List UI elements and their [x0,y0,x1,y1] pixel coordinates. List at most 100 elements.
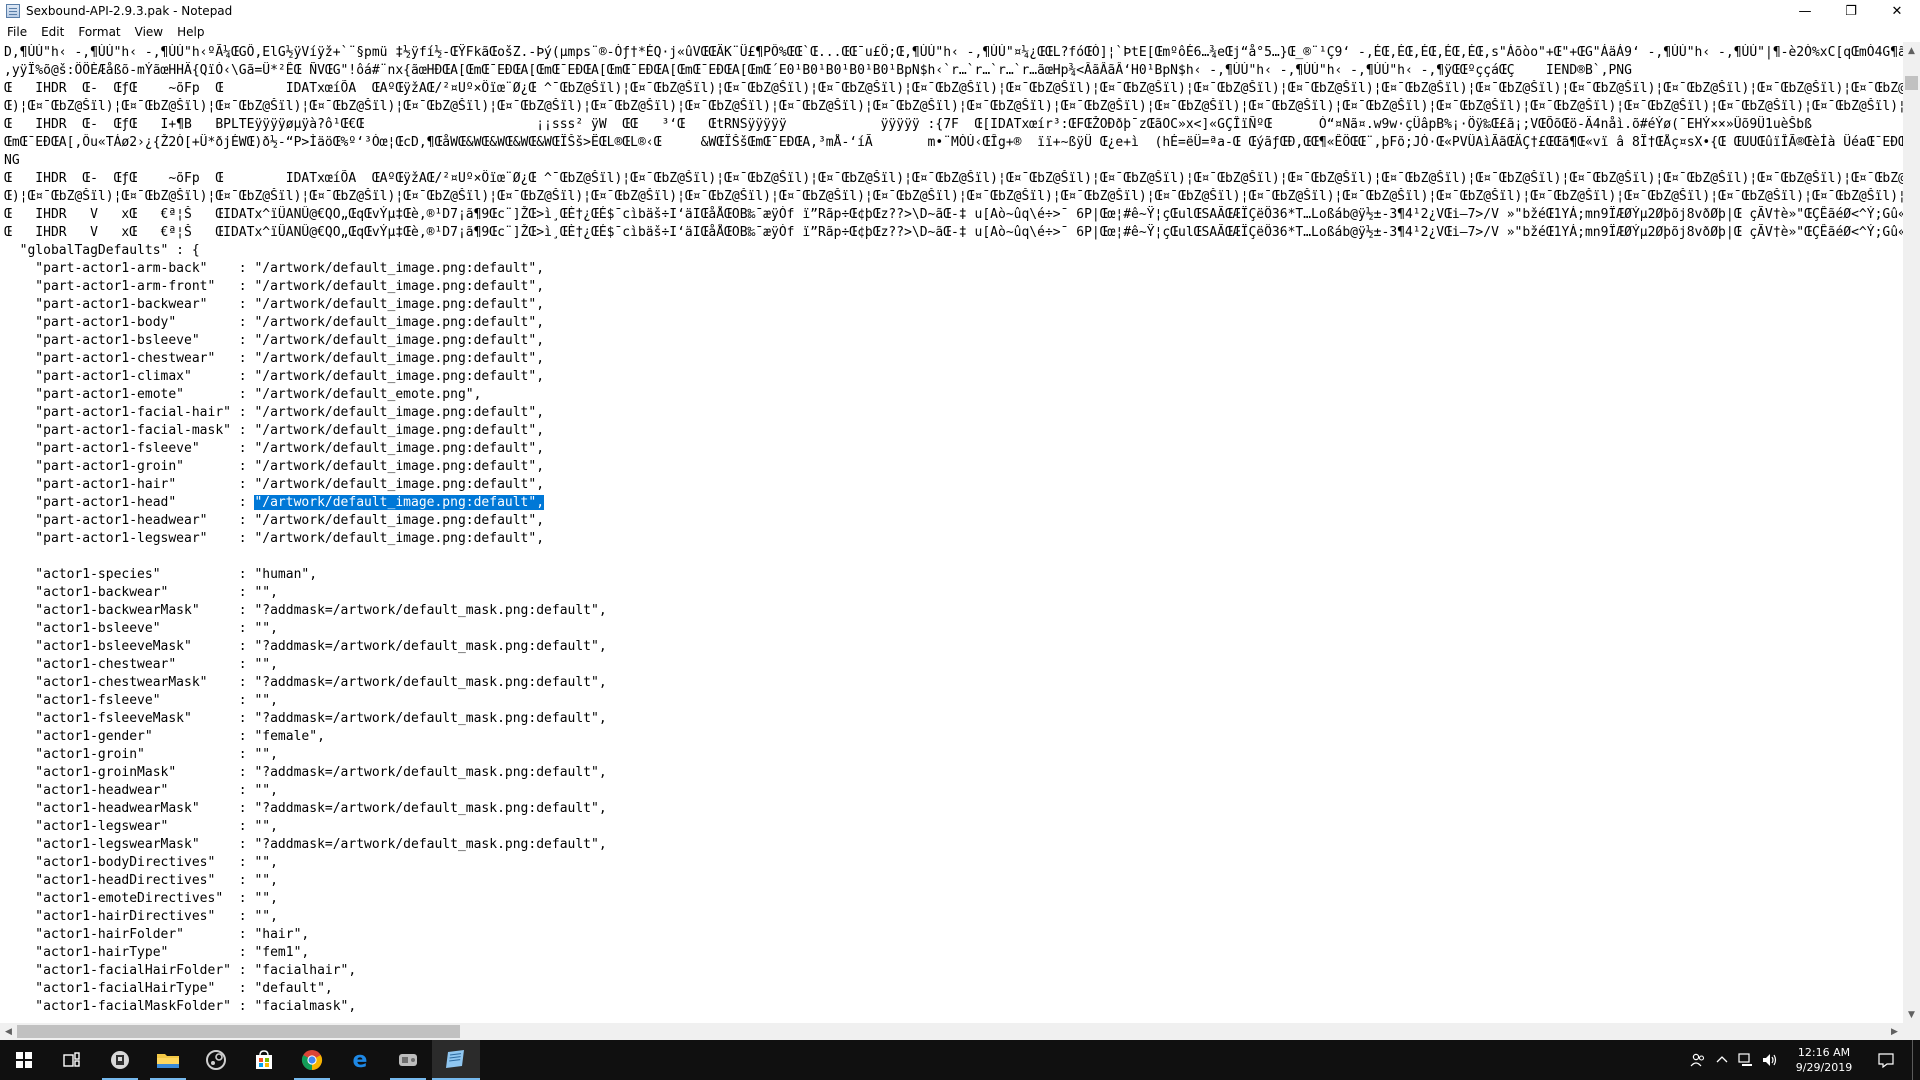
editor-content[interactable]: D,¶ÙÚ"h‹ -,¶ÙÚ"h‹ -,¶ÙÚ"h‹ºÃ¼ŒGÔ,ElG½ÿVí… [4,44,1903,1016]
volume-icon [1763,1054,1777,1066]
show-hidden-icons-button[interactable] [1710,1040,1734,1080]
menu-help[interactable]: Help [170,22,211,42]
close-button[interactable]: ✕ [1874,0,1920,22]
text-line[interactable]: "part-actor1-groin" : "/artwork/default_… [4,458,1903,476]
text-line[interactable]: "actor1-facialHairFolder" : "facialhair"… [4,962,1903,980]
text-line[interactable]: "part-actor1-body" : "/artwork/default_i… [4,314,1903,332]
text-line[interactable]: "actor1-bsleeve" : "", [4,620,1903,638]
scroll-right-arrow-icon[interactable]: ▶ [1886,1023,1903,1040]
text-line[interactable]: "part-actor1-chestwear" : "/artwork/defa… [4,350,1903,368]
scroll-down-arrow-icon[interactable]: ▼ [1903,1006,1920,1023]
text-line[interactable]: "part-actor1-bsleeve" : "/artwork/defaul… [4,332,1903,350]
text-line[interactable]: Œ IHDR Œ- ŒƒŒ ~õFp Œ IDATxœíÕA ŒAºŒÿžAŒ/… [4,80,1903,98]
text-line[interactable]: "actor1-headwearMask" : "?addmask=/artwo… [4,800,1903,818]
text-line[interactable]: Œ IHDR V xŒ €ª¦Š ŒIDATx^ïÜANÛ@€QO„ŒqŒvÝµ… [4,224,1903,242]
text-line[interactable]: "part-actor1-facial-mask" : "/artwork/de… [4,422,1903,440]
action-center-button[interactable] [1866,1040,1906,1080]
text-line[interactable]: "actor1-bsleeveMask" : "?addmask=/artwor… [4,638,1903,656]
taskbar-notepad[interactable] [432,1040,480,1080]
text-line[interactable]: "actor1-species" : "human", [4,566,1903,584]
text-line[interactable]: "part-actor1-facial-hair" : "/artwork/de… [4,404,1903,422]
horizontal-scrollbar[interactable]: ◀ ▶ [0,1023,1903,1040]
text-line[interactable]: Œ IHDR V xŒ €ª¦Š ŒIDATx^ïÜANÛ@€QO„ŒqŒvÝµ… [4,206,1903,224]
text-line[interactable]: "part-actor1-headwear" : "/artwork/defau… [4,512,1903,530]
taskbar-chrome[interactable] [288,1040,336,1080]
text-line[interactable]: "actor1-chestwearMask" : "?addmask=/artw… [4,674,1903,692]
horizontal-scroll-thumb[interactable] [17,1025,460,1038]
text-line[interactable]: "part-actor1-fsleeve" : "/artwork/defaul… [4,440,1903,458]
taskbar-clock[interactable]: 12:16 AM 9/29/2019 [1782,1040,1866,1080]
text-line[interactable]: "actor1-groinMask" : "?addmask=/artwork/… [4,764,1903,782]
svg-text:e: e [353,1049,368,1071]
text-line[interactable]: "actor1-emoteDirectives" : "", [4,890,1903,908]
text-line[interactable]: Œ)¦Œ¤¯ŒbZ@Šïl)¦Œ¤¯ŒbZ@Šïl)¦Œ¤¯ŒbZ@Šïl)¦Œ… [4,188,1903,206]
network-button[interactable] [1734,1040,1758,1080]
vertical-scrollbar[interactable]: ▲ ▼ [1903,42,1920,1023]
text-line[interactable]: "actor1-groin" : "", [4,746,1903,764]
text-line[interactable]: "part-actor1-hair" : "/artwork/default_i… [4,476,1903,494]
text-line[interactable]: ŒmŒ¯EÐŒA[‚Ôu«TÁø2›¿{Ž2Ò[+Ü*ðjÉWŒ)ð½-“P>Ì… [4,134,1903,152]
text-line[interactable]: D,¶ÙÚ"h‹ -,¶ÙÚ"h‹ -,¶ÙÚ"h‹ºÃ¼ŒGÔ,ElG½ÿVí… [4,44,1903,62]
minimize-button[interactable]: — [1782,0,1828,22]
restore-icon: ❐ [1845,3,1857,19]
text-line[interactable]: "actor1-backwearMask" : "?addmask=/artwo… [4,602,1903,620]
text-line[interactable]: "part-actor1-climax" : "/artwork/default… [4,368,1903,386]
app-icon [111,1051,129,1069]
restore-button[interactable]: ❐ [1828,0,1874,22]
text-line[interactable]: "actor1-bodyDirectives" : "", [4,854,1903,872]
taskbar-app-game[interactable] [384,1040,432,1080]
text-line[interactable]: "actor1-facialHairType" : "default", [4,980,1903,998]
text-line[interactable]: "actor1-headDirectives" : "", [4,872,1903,890]
taskbar-store[interactable] [240,1040,288,1080]
text-line[interactable]: "actor1-chestwear" : "", [4,656,1903,674]
text-line[interactable]: "actor1-legswearMask" : "?addmask=/artwo… [4,836,1903,854]
start-button[interactable] [0,1040,48,1080]
menu-file[interactable]: File [0,22,34,42]
text-line[interactable]: ,yÿÏ%õ@š:ÖÖÈÆåßõ-mÝãœHHÄ{QïÓ‹\Gã=Ü*²ÊŒ Ñ… [4,62,1903,80]
text-line[interactable]: "actor1-facialMaskFolder" : "facialmask"… [4,998,1903,1016]
taskbar-app-steam[interactable] [192,1040,240,1080]
vertical-scroll-thumb[interactable] [1905,76,1918,90]
taskbar-edge[interactable]: e [336,1040,384,1080]
text-line[interactable]: Œ IHDR Œ- ŒƒŒ ~õFp Œ IDATxœíÕA ŒAºŒÿžAŒ/… [4,170,1903,188]
taskbar-file-explorer[interactable] [144,1040,192,1080]
text-line[interactable]: NG [4,152,1903,170]
scroll-left-arrow-icon[interactable]: ◀ [0,1023,17,1040]
notepad-window: Sexbound-API-2.9.3.pak - Notepad — ❐ ✕ F… [0,0,1920,1040]
text-line[interactable]: "part-actor1-backwear" : "/artwork/defau… [4,296,1903,314]
text-line[interactable]: "part-actor1-head" : "/artwork/default_i… [4,494,1903,512]
text-line[interactable]: Œ)¦Œ¤¯ŒbZ@Šïl)¦Œ¤¯ŒbZ@Šïl)¦Œ¤¯ŒbZ@Šïl)¦Œ… [4,98,1903,116]
text-line[interactable]: "part-actor1-arm-back" : "/artwork/defau… [4,260,1903,278]
menu-view[interactable]: View [128,22,170,42]
menu-format[interactable]: Format [71,22,127,42]
show-desktop-button[interactable] [1912,1040,1920,1080]
taskbar-app-1[interactable] [96,1040,144,1080]
notepad-icon [446,1050,464,1068]
text-line[interactable]: "part-actor1-emote" : "/artwork/default_… [4,386,1903,404]
text-line[interactable]: "actor1-legswear" : "", [4,818,1903,836]
text-line[interactable]: "actor1-hairType" : "fem1", [4,944,1903,962]
title-bar[interactable]: Sexbound-API-2.9.3.pak - Notepad — ❐ ✕ [0,0,1920,22]
notepad-app-icon[interactable] [6,4,20,18]
menu-edit[interactable]: Edit [34,22,71,42]
scroll-up-arrow-icon[interactable]: ▲ [1903,42,1920,59]
text-line[interactable]: "actor1-fsleeveMask" : "?addmask=/artwor… [4,710,1903,728]
text-line[interactable]: "actor1-headwear" : "", [4,782,1903,800]
store-bag-icon [256,1050,272,1069]
text-line[interactable]: "actor1-hairFolder" : "hair", [4,926,1903,944]
text-line[interactable]: "actor1-hairDirectives" : "", [4,908,1903,926]
task-view-button[interactable] [48,1040,96,1080]
text-line[interactable]: "globalTagDefaults" : { [4,242,1903,260]
text-line[interactable]: "part-actor1-arm-front" : "/artwork/defa… [4,278,1903,296]
text-line[interactable]: "actor1-backwear" : "", [4,584,1903,602]
text-line[interactable]: "part-actor1-legswear" : "/artwork/defau… [4,530,1903,548]
text-line[interactable]: "actor1-fsleeve" : "", [4,692,1903,710]
selected-text[interactable]: "/artwork/default_image.png:default", [254,495,545,510]
people-button[interactable] [1686,1040,1710,1080]
text-editor-area[interactable]: D,¶ÙÚ"h‹ -,¶ÙÚ"h‹ -,¶ÙÚ"h‹ºÃ¼ŒGÔ,ElG½ÿVí… [0,42,1903,1023]
text-line[interactable] [4,548,1903,566]
text-line[interactable]: "actor1-gender" : "female", [4,728,1903,746]
text-line[interactable]: Œ IHDR Œ- ŒƒŒ I+¶B BPLTEÿÿÿÿøµÿà?ô¹Œ€Œ ¡… [4,116,1903,134]
system-tray: 12:16 AM 9/29/2019 [1686,1040,1920,1080]
volume-button[interactable] [1758,1040,1782,1080]
